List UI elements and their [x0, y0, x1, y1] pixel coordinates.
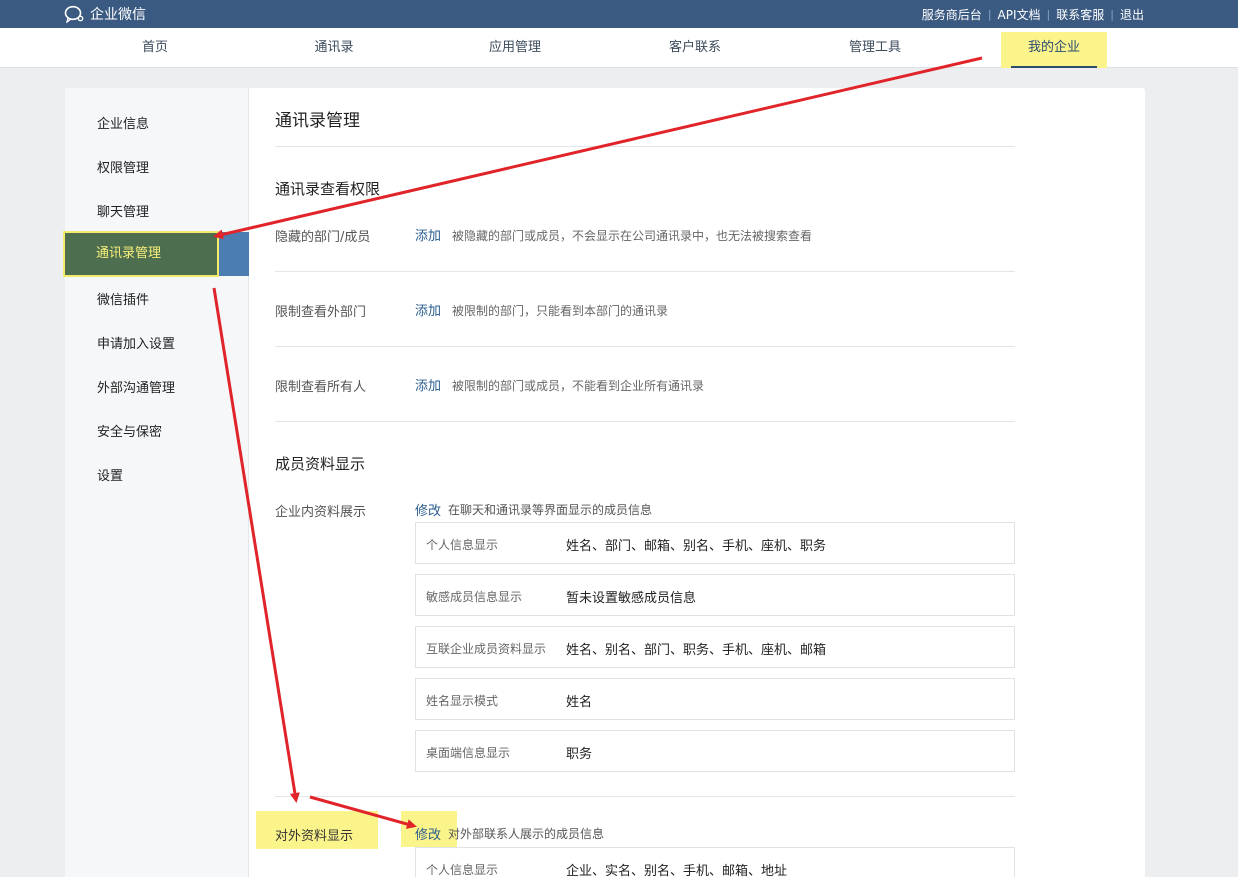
top-links: 服务商后台 | API文档 | 联系客服 | 退出 [922, 6, 1144, 23]
info-key: 个人信息显示 [426, 863, 499, 877]
info-row-personal-info: 个人信息显示 姓名、部门、邮箱、别名、手机、座机、职务 [415, 522, 1015, 564]
info-key: 互联企业成员资料显示 [426, 642, 547, 656]
nav-contacts[interactable]: 通讯录 [304, 28, 364, 68]
info-value: 姓名 [566, 695, 593, 710]
divider [275, 796, 1015, 797]
nav-home[interactable]: 首页 [125, 28, 185, 68]
edit-external-display-link[interactable]: 修改 [415, 824, 441, 843]
sidebar-item-enterprise-info[interactable]: 企业信息 [97, 113, 149, 132]
info-row-sensitive-info: 敏感成员信息显示 暂未设置敏感成员信息 [415, 574, 1015, 616]
sidebar-item-permissions[interactable]: 权限管理 [97, 157, 149, 176]
info-value: 暂未设置敏感成员信息 [566, 591, 697, 606]
main-nav: 首页 通讯录 应用管理 客户联系 管理工具 我的企业 [0, 28, 1238, 68]
page-title: 通讯录管理 [275, 111, 360, 131]
info-value: 姓名、部门、邮箱、别名、手机、座机、职务 [566, 539, 827, 554]
divider: | [1046, 8, 1051, 21]
nav-app-management[interactable]: 应用管理 [475, 28, 555, 68]
add-hidden-members-link[interactable]: 添加 [415, 225, 441, 244]
row-label-restrict-other-depts: 限制查看外部门 [275, 305, 367, 320]
sidebar: 企业信息 权限管理 聊天管理 通讯录管理 微信插件 申请加入设置 外部沟通管理 … [63, 88, 249, 877]
info-value: 企业、实名、别名、手机、邮箱、地址 [566, 864, 788, 877]
brand-name: 企业微信 [90, 7, 146, 23]
top-link-service-platform[interactable]: 服务商后台 [922, 6, 982, 23]
top-link-contact-support[interactable]: 联系客服 [1056, 6, 1104, 23]
info-row-interconnected-info: 互联企业成员资料显示 姓名、别名、部门、职务、手机、座机、邮箱 [415, 626, 1015, 668]
row-label-internal-display: 企业内资料展示 [275, 505, 367, 520]
info-value: 职务 [566, 747, 593, 762]
row-label-hidden-members: 隐藏的部门/成员 [275, 230, 371, 245]
sidebar-item-wechat-plugin[interactable]: 微信插件 [97, 289, 149, 308]
top-link-logout[interactable]: 退出 [1120, 6, 1144, 23]
brand-logo[interactable]: 企业微信 [64, 4, 146, 24]
divider [275, 271, 1015, 272]
info-row-name-mode: 姓名显示模式 姓名 [415, 678, 1015, 720]
info-row-desktop-info: 桌面端信息显示 职务 [415, 730, 1015, 772]
add-restrict-all-link[interactable]: 添加 [415, 375, 441, 394]
info-value: 姓名、别名、部门、职务、手机、座机、邮箱 [566, 643, 827, 658]
sidebar-item-settings[interactable]: 设置 [97, 465, 123, 484]
info-key: 姓名显示模式 [426, 694, 499, 708]
info-key: 敏感成员信息显示 [426, 590, 523, 604]
sidebar-item-contacts-management[interactable]: 通讯录管理 [63, 231, 219, 277]
info-row-external-personal-info: 个人信息显示 企业、实名、别名、手机、邮箱、地址 [415, 847, 1015, 877]
nav-my-enterprise[interactable]: 我的企业 [1001, 32, 1107, 68]
section-title-view-permission: 通讯录查看权限 [275, 180, 381, 198]
divider: | [987, 8, 992, 21]
row-label-external-display: 对外资料显示 [275, 829, 354, 844]
external-display-desc: 对外部联系人展示的成员信息 [448, 827, 605, 841]
nav-management-tools[interactable]: 管理工具 [835, 28, 915, 68]
nav-customer-contact[interactable]: 客户联系 [655, 28, 735, 68]
divider [275, 346, 1015, 347]
sidebar-item-chat-management[interactable]: 聊天管理 [97, 201, 149, 220]
top-bar: 企业微信 服务商后台 | API文档 | 联系客服 | 退出 [0, 0, 1238, 28]
row-desc-hidden-members: 被隐藏的部门或成员，不会显示在公司通讯录中，也无法被搜索查看 [452, 229, 813, 243]
section-title-member-display: 成员资料显示 [275, 455, 366, 473]
sidebar-item-external-communication[interactable]: 外部沟通管理 [97, 377, 175, 396]
main-panel: 企业信息 权限管理 聊天管理 通讯录管理 微信插件 申请加入设置 外部沟通管理 … [63, 88, 1145, 877]
row-desc-restrict-other-depts: 被限制的部门，只能看到本部门的通讯录 [452, 304, 669, 318]
row-desc-restrict-all: 被限制的部门或成员，不能看到企业所有通讯录 [452, 379, 705, 393]
edit-internal-display-link[interactable]: 修改 [415, 500, 441, 519]
divider [275, 421, 1015, 422]
divider [275, 146, 1015, 147]
add-restrict-other-depts-link[interactable]: 添加 [415, 300, 441, 319]
info-key: 桌面端信息显示 [426, 746, 511, 760]
divider: | [1110, 8, 1114, 21]
wecom-logo-icon [64, 5, 84, 23]
sidebar-item-join-settings[interactable]: 申请加入设置 [97, 333, 175, 352]
internal-display-desc: 在聊天和通讯录等界面显示的成员信息 [448, 503, 653, 517]
info-key: 个人信息显示 [426, 538, 499, 552]
row-label-restrict-all: 限制查看所有人 [275, 380, 367, 395]
top-link-api-docs[interactable]: API文档 [998, 6, 1041, 23]
sidebar-item-security[interactable]: 安全与保密 [97, 421, 162, 440]
